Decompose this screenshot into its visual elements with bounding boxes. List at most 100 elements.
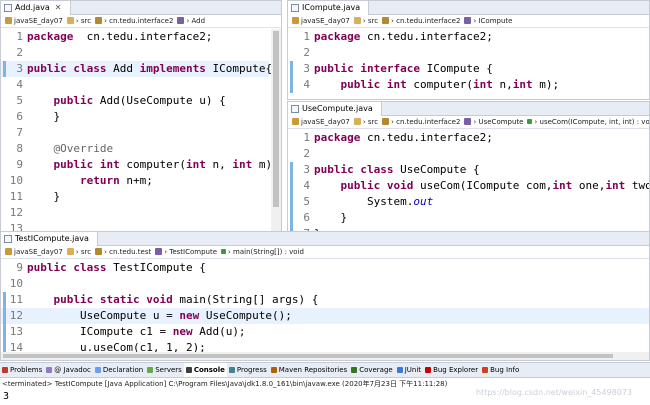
- breadcrumb-item[interactable]: javaSE_day07: [5, 17, 63, 25]
- code-token: int: [605, 179, 626, 192]
- breadcrumb-item[interactable]: javaSE_day07: [292, 17, 350, 25]
- horizontal-scrollbar[interactable]: [1, 352, 649, 360]
- breadcrumb-item[interactable]: › ICompute: [464, 17, 512, 25]
- view-tab-javadoc[interactable]: @ Javadoc: [44, 363, 93, 377]
- line-number: 7: [16, 126, 23, 139]
- code-line[interactable]: 2: [288, 146, 649, 162]
- breadcrumb-item[interactable]: › UseCompute: [464, 118, 523, 126]
- code-line[interactable]: 4: [1, 77, 269, 93]
- close-icon[interactable]: ✕: [55, 3, 62, 12]
- console-output: 3: [3, 391, 10, 402]
- line-number: 4: [16, 78, 23, 91]
- project-icon: [5, 17, 12, 24]
- view-icon: [228, 367, 235, 373]
- breadcrumb-item[interactable]: › src: [66, 17, 91, 25]
- code-text: @Override: [27, 141, 114, 157]
- code-token: useCom(ICompute com,: [413, 179, 553, 192]
- code-text: }: [27, 189, 60, 205]
- vertical-scrollbar[interactable]: [271, 29, 281, 231]
- code-token: int: [185, 158, 206, 171]
- breadcrumb-item[interactable]: javaSE_day07: [292, 118, 350, 126]
- breadcrumb-item[interactable]: › main(String[]) : void: [221, 248, 304, 256]
- code-line[interactable]: 8 @Override: [1, 141, 269, 157]
- icompute-editor-pane: ICompute.java javaSE_day07 › src › cn.tedu…: [287, 0, 650, 100]
- view-tab-maven-repositories[interactable]: Maven Repositories: [269, 363, 349, 377]
- tab-add-java[interactable]: Add.java ✕: [1, 1, 71, 15]
- code-line[interactable]: 2: [1, 45, 269, 61]
- code-line[interactable]: 12 UseCompute u = new UseCompute();: [1, 308, 649, 324]
- line-number: 3: [303, 163, 310, 176]
- breadcrumb-item[interactable]: › src: [353, 17, 378, 25]
- code-line[interactable]: 13 ICompute c1 = new Add(u);: [1, 324, 649, 340]
- code-text: public interface ICompute {: [314, 61, 493, 77]
- code-token: int: [552, 179, 573, 192]
- line-number: 5: [303, 195, 310, 208]
- breadcrumb-item[interactable]: › src: [353, 118, 378, 126]
- code-line[interactable]: 3 public class UseCompute {: [288, 162, 649, 178]
- line-number: 10: [9, 174, 23, 187]
- usecompute-code-editor[interactable]: 1 package cn.tedu.interface2; 2 3 public cla…: [288, 130, 649, 231]
- code-line[interactable]: 9 public int computer(int n, int m) {: [1, 157, 281, 173]
- code-line[interactable]: 1 package cn.tedu.interface2;: [288, 130, 649, 146]
- code-line[interactable]: 1 package cn.tedu.interface2;: [1, 29, 269, 45]
- class-icon: [464, 17, 472, 24]
- code-token: @Override: [53, 142, 114, 155]
- breadcrumb-item[interactable]: › TestICompute: [155, 248, 217, 256]
- tab-icompute-java[interactable]: ICompute.java: [288, 1, 370, 15]
- line-number: 5: [16, 94, 23, 107]
- code-line[interactable]: 11 }: [1, 189, 269, 205]
- view-tab-bug-explorer[interactable]: Bug Explorer: [423, 363, 480, 377]
- breadcrumb-item[interactable]: › cn.tedu.test: [95, 248, 151, 256]
- code-line[interactable]: 3 public class Add implements ICompute{: [1, 61, 272, 77]
- code-line[interactable]: 4 public void useCom(ICompute com,int on…: [288, 178, 649, 194]
- test-code-editor[interactable]: 9 public class TestICompute {10 11 public …: [1, 260, 649, 360]
- tab-usecompute-java[interactable]: UseCompute.java: [288, 102, 382, 116]
- code-line[interactable]: 4 public int computer(int n,int m);: [288, 77, 649, 93]
- tab-testicompute-java[interactable]: TestICompute.java: [1, 232, 98, 246]
- java-file-icon: [291, 105, 299, 113]
- view-tab-console[interactable]: Console: [183, 363, 227, 377]
- add-code-editor[interactable]: 1 package cn.tedu.interface2; 2 3 public cla…: [1, 29, 281, 231]
- line-number: 8: [16, 142, 23, 155]
- code-line[interactable]: 3 public interface ICompute {: [288, 61, 649, 77]
- view-tab-coverage[interactable]: Coverage: [349, 363, 395, 377]
- code-line[interactable]: 11 public static void main(String[] args…: [1, 292, 649, 308]
- project-icon: [5, 248, 12, 255]
- breadcrumb-item[interactable]: javaSE_day07: [5, 248, 63, 256]
- java-file-icon: [4, 4, 12, 12]
- code-text: }: [27, 109, 60, 125]
- breadcrumb-item[interactable]: › Add: [177, 17, 205, 25]
- code-line[interactable]: 5 public Add(UseCompute u) {: [1, 93, 269, 109]
- source-folder-icon: [353, 118, 361, 125]
- code-line[interactable]: 1 package cn.tedu.interface2;: [288, 29, 649, 45]
- code-line[interactable]: 5 System.out: [288, 194, 649, 210]
- scrollbar-thumb[interactable]: [3, 354, 613, 358]
- view-tab-servers[interactable]: Servers: [145, 363, 184, 377]
- view-tab-problems[interactable]: Problems: [0, 363, 44, 377]
- view-tab-declaration[interactable]: Declaration: [93, 363, 145, 377]
- code-line[interactable]: 6 }: [288, 210, 649, 226]
- code-line[interactable]: 12: [1, 205, 269, 221]
- view-tab-junit[interactable]: JUnit: [395, 363, 423, 377]
- breadcrumb-item[interactable]: › cn.tedu.interface2: [382, 17, 460, 25]
- code-line[interactable]: 10: [1, 276, 649, 292]
- scrollbar-thumb[interactable]: [273, 31, 279, 207]
- code-line[interactable]: 9 public class TestICompute {: [1, 260, 649, 276]
- view-tab-bug-info[interactable]: Bug Info: [480, 363, 521, 377]
- source-folder-icon: [66, 248, 74, 255]
- breadcrumb-item[interactable]: › cn.tedu.interface2: [95, 17, 173, 25]
- code-line[interactable]: 7: [1, 125, 269, 141]
- breadcrumb-item[interactable]: › src: [66, 248, 91, 256]
- icompute-code-editor[interactable]: 1 package cn.tedu.interface2; 2 3 public int…: [288, 29, 649, 99]
- code-line[interactable]: 6 }: [1, 109, 269, 125]
- view-tab-progress[interactable]: Progress: [227, 363, 269, 377]
- breadcrumb-item[interactable]: › cn.tedu.interface2: [382, 118, 460, 126]
- code-line[interactable]: 2: [288, 45, 649, 61]
- code-token: TestICompute {: [106, 261, 206, 274]
- breadcrumb-item[interactable]: › useCom(ICompute, int, int) : vo: [527, 118, 649, 126]
- code-token: public class: [27, 62, 107, 75]
- package-icon: [95, 17, 103, 24]
- code-line[interactable]: 10 return n+m;: [1, 173, 269, 189]
